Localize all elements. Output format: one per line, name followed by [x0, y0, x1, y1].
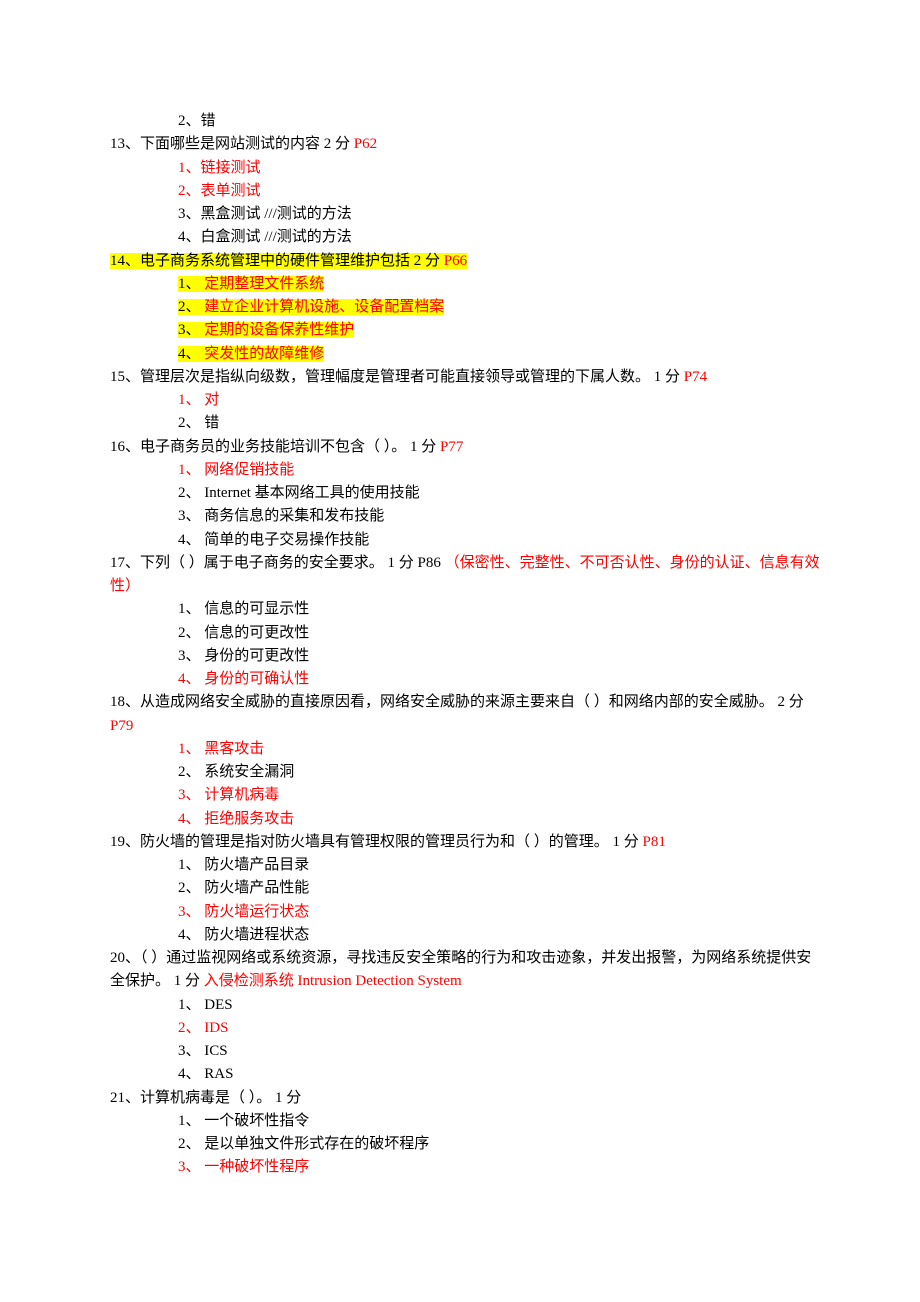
q17-option-4: 4、 身份的可确认性: [110, 668, 820, 691]
q13-stem: 13、下面哪些是网站测试的内容 2 分 P62: [110, 133, 820, 156]
q14-opt1-num: 1、: [178, 276, 204, 292]
q13-option-3: 3、黑盒测试 ///测试的方法: [110, 203, 820, 226]
q16-option-1: 1、 网络促销技能: [110, 459, 820, 482]
q18-ref: P79: [110, 718, 133, 734]
q18-option-3: 3、 计算机病毒: [110, 784, 820, 807]
q15-stem-text: 15、管理层次是指纵向级数，管理幅度是管理者可能直接领导或管理的下属人数。 1 …: [110, 369, 684, 385]
q14-ref: P66: [444, 253, 467, 269]
q13-ref: P62: [354, 136, 377, 152]
q20-note: 入侵检测系统 Intrusion Detection System: [204, 973, 462, 989]
q14-opt3-text: 定期的设备保养性维护: [204, 322, 354, 338]
q17-stem: 17、下列（ ）属于电子商务的安全要求。 1 分 P86 （保密性、完整性、不可…: [110, 552, 820, 599]
q14-option-2: 2、 建立企业计算机设施、设备配置档案: [110, 296, 820, 319]
q16-stem: 16、电子商务员的业务技能培训不包含（ ）。 1 分 P77: [110, 436, 820, 459]
q21-stem: 21、计算机病毒是（ ）。 1 分: [110, 1087, 820, 1110]
q18-stem-text: 18、从造成网络安全威胁的直接原因看，网络安全威胁的来源主要来自（ ）和网络内部…: [110, 694, 804, 710]
q14-opt4-text: 突发性的故障维修: [204, 346, 324, 362]
q14-option-1: 1、 定期整理文件系统: [110, 273, 820, 296]
q16-option-2: 2、 Internet 基本网络工具的使用技能: [110, 482, 820, 505]
q16-stem-text: 16、电子商务员的业务技能培训不包含（ ）。 1 分: [110, 439, 440, 455]
q17-stem-text: 17、下列（ ）属于电子商务的安全要求。 1 分 P86: [110, 555, 445, 571]
q19-option-2: 2、 防火墙产品性能: [110, 877, 820, 900]
q17-option-1: 1、 信息的可显示性: [110, 598, 820, 621]
q14-stem-text: 14、电子商务系统管理中的硬件管理维护包括 2 分: [110, 253, 444, 269]
q12-option-2: 2、错: [110, 110, 820, 133]
q19-stem-text: 19、防火墙的管理是指对防火墙具有管理权限的管理员行为和（ ）的管理。 1 分: [110, 834, 643, 850]
q14-opt3-num: 3、: [178, 322, 204, 338]
q14-opt2-text: 建立企业计算机设施、设备配置档案: [204, 299, 444, 315]
q16-option-4: 4、 简单的电子交易操作技能: [110, 529, 820, 552]
q15-ref: P74: [684, 369, 707, 385]
q20-option-1: 1、 DES: [110, 994, 820, 1017]
q13-option-4: 4、白盒测试 ///测试的方法: [110, 226, 820, 249]
q21-option-2: 2、 是以单独文件形式存在的破坏程序: [110, 1133, 820, 1156]
q19-option-4: 4、 防火墙进程状态: [110, 924, 820, 947]
q14-option-4: 4、 突发性的故障维修: [110, 343, 820, 366]
q20-stem: 20、（ ）通过监视网络或系统资源，寻找违反安全策略的行为和攻击迹象，并发出报警…: [110, 947, 820, 994]
q18-stem: 18、从造成网络安全威胁的直接原因看，网络安全威胁的来源主要来自（ ）和网络内部…: [110, 691, 820, 738]
q20-option-2: 2、 IDS: [110, 1017, 820, 1040]
q21-option-1: 1、 一个破坏性指令: [110, 1110, 820, 1133]
q13-option-2: 2、表单测试: [110, 180, 820, 203]
q21-option-3: 3、 一种破坏性程序: [110, 1156, 820, 1179]
q16-ref: P77: [440, 439, 463, 455]
q14-stem: 14、电子商务系统管理中的硬件管理维护包括 2 分 P66: [110, 250, 820, 273]
q19-stem: 19、防火墙的管理是指对防火墙具有管理权限的管理员行为和（ ）的管理。 1 分 …: [110, 831, 820, 854]
q18-option-4: 4、 拒绝服务攻击: [110, 808, 820, 831]
q14-opt1-text: 定期整理文件系统: [204, 276, 324, 292]
q13-stem-text: 13、下面哪些是网站测试的内容 2 分: [110, 136, 354, 152]
q15-option-2: 2、 错: [110, 412, 820, 435]
q17-option-3: 3、 身份的可更改性: [110, 645, 820, 668]
q14-option-3: 3、 定期的设备保养性维护: [110, 319, 820, 342]
q18-option-2: 2、 系统安全漏洞: [110, 761, 820, 784]
q17-option-2: 2、 信息的可更改性: [110, 622, 820, 645]
q20-option-4: 4、 RAS: [110, 1063, 820, 1086]
q18-option-1: 1、 黑客攻击: [110, 738, 820, 761]
q20-option-3: 3、 ICS: [110, 1040, 820, 1063]
q15-option-1: 1、 对: [110, 389, 820, 412]
q15-stem: 15、管理层次是指纵向级数，管理幅度是管理者可能直接领导或管理的下属人数。 1 …: [110, 366, 820, 389]
q14-opt4-num: 4、: [178, 346, 204, 362]
q19-option-3: 3、 防火墙运行状态: [110, 901, 820, 924]
q19-ref: P81: [643, 834, 666, 850]
q16-option-3: 3、 商务信息的采集和发布技能: [110, 505, 820, 528]
q13-option-1: 1、链接测试: [110, 157, 820, 180]
q14-opt2-num: 2、: [178, 299, 204, 315]
q19-option-1: 1、 防火墙产品目录: [110, 854, 820, 877]
